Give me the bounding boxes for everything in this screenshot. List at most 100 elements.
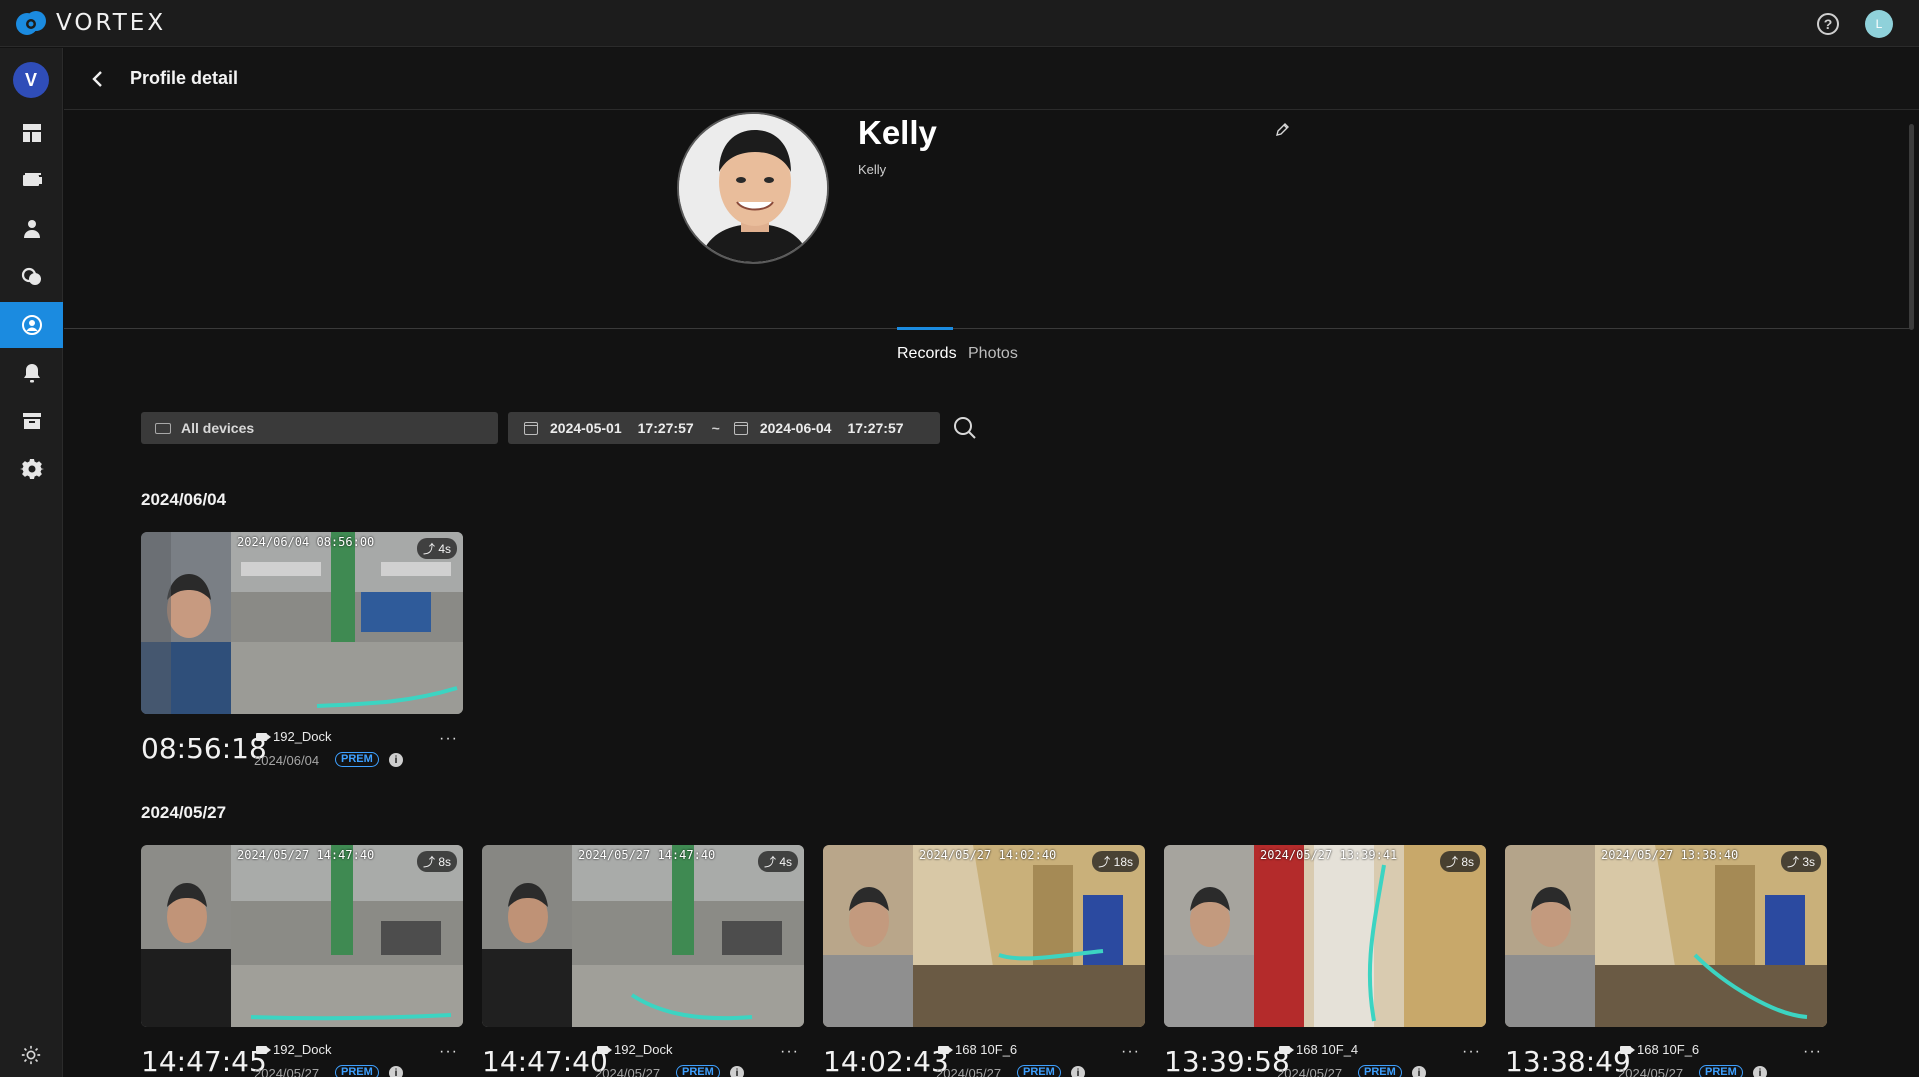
device-filter-select[interactable]: All devices bbox=[141, 412, 498, 444]
record-card[interactable]: 2024/05/27 14:47:40 ⤴ 4s 14:47:40 192_Do… bbox=[482, 845, 804, 1077]
video-camera-icon bbox=[1279, 1046, 1294, 1054]
more-options-icon[interactable]: ··· bbox=[1803, 1043, 1822, 1061]
end-time[interactable]: 17:27:57 bbox=[847, 420, 903, 436]
sidebar-item-settings[interactable] bbox=[0, 446, 63, 492]
info-icon[interactable]: i bbox=[1753, 1066, 1767, 1077]
record-date: 2024/05/27 bbox=[254, 1066, 320, 1077]
thumbnail-timestamp: 2024/05/27 14:47:40 bbox=[578, 848, 716, 862]
more-options-icon[interactable]: ··· bbox=[1121, 1043, 1140, 1061]
sidebar-item-archive[interactable] bbox=[0, 398, 63, 444]
bell-icon bbox=[23, 364, 40, 383]
record-camera: 168 10F_4 bbox=[1279, 1042, 1358, 1057]
duration-badge: ⤴ 8s bbox=[1439, 851, 1480, 872]
start-time[interactable]: 17:27:57 bbox=[638, 420, 694, 436]
record-card[interactable]: 2024/05/27 14:02:40 ⤴ 18s 14:02:43 168 1… bbox=[823, 845, 1145, 1077]
active-tab-indicator bbox=[897, 327, 953, 330]
info-icon[interactable]: i bbox=[1412, 1066, 1426, 1077]
record-time: 14:47:40 bbox=[482, 1045, 608, 1077]
sidebar-item-dashboard[interactable] bbox=[0, 110, 63, 156]
record-card[interactable]: 2024/06/04 08:56:00 ⤴ 4s 08:56:18 192_Do… bbox=[141, 532, 463, 770]
page-header: Profile detail bbox=[64, 48, 1919, 110]
record-camera: 192_Dock bbox=[256, 729, 332, 744]
record-date: 2024/05/27 bbox=[936, 1066, 1002, 1077]
thumbnail-timestamp: 2024/06/04 08:56:00 bbox=[237, 535, 375, 549]
vortex-logo-icon bbox=[16, 11, 46, 35]
record-time: 13:38:49 bbox=[1505, 1045, 1631, 1077]
camera-icon bbox=[155, 422, 171, 434]
more-options-icon[interactable]: ··· bbox=[780, 1043, 799, 1061]
record-card[interactable]: 2024/05/27 14:47:40 ⤴ 8s 14:47:45 192_Do… bbox=[141, 845, 463, 1077]
prem-badge: PREM bbox=[335, 752, 379, 767]
duration-badge: ⤴ 4s bbox=[757, 851, 798, 872]
record-card[interactable]: 2024/05/27 13:39:41 ⤴ 8s 13:39:58 168 10… bbox=[1164, 845, 1486, 1077]
dashboard-icon bbox=[22, 124, 41, 142]
info-icon[interactable]: i bbox=[730, 1066, 744, 1077]
start-date[interactable]: 2024-05-01 bbox=[550, 420, 622, 436]
video-camera-icon bbox=[938, 1046, 953, 1054]
record-camera: 168 10F_6 bbox=[938, 1042, 1017, 1057]
record-thumbnail[interactable]: 2024/05/27 14:02:40 ⤴ 18s bbox=[823, 845, 1145, 1027]
video-camera-icon bbox=[597, 1046, 612, 1054]
range-separator: ~ bbox=[711, 420, 720, 436]
record-thumbnail[interactable]: 2024/05/27 13:39:41 ⤴ 8s bbox=[1164, 845, 1486, 1027]
profile-name: Kelly bbox=[858, 114, 937, 151]
org-avatar[interactable]: V bbox=[13, 62, 49, 98]
sidebar-item-people[interactable] bbox=[0, 206, 63, 252]
record-camera: 168 10F_6 bbox=[1620, 1042, 1699, 1057]
search-icon[interactable] bbox=[952, 415, 978, 441]
page-title: Profile detail bbox=[130, 68, 239, 88]
record-camera: 192_Dock bbox=[597, 1042, 673, 1057]
record-date: 2024/05/27 bbox=[595, 1066, 661, 1077]
app-logo[interactable]: VORTEX bbox=[14, 9, 166, 37]
app-name: VORTEX bbox=[56, 10, 167, 36]
record-time: 08:56:18 bbox=[141, 732, 267, 765]
sidebar-item-alerts[interactable] bbox=[0, 350, 63, 396]
info-icon[interactable]: i bbox=[1071, 1066, 1085, 1077]
user-avatar[interactable]: L bbox=[1865, 9, 1893, 38]
record-time: 14:47:45 bbox=[141, 1045, 267, 1077]
help-icon[interactable]: ? bbox=[1817, 12, 1839, 35]
duration-badge: ⤴ 4s bbox=[416, 538, 457, 559]
sidebar-item-face-search[interactable] bbox=[0, 254, 63, 300]
date-range-picker[interactable]: 2024-05-01 17:27:57 ~ 2024-06-04 17:27:5… bbox=[508, 412, 940, 444]
device-filter-value: All devices bbox=[181, 420, 255, 436]
sidebar-item-profiles[interactable] bbox=[0, 302, 63, 348]
record-thumbnail[interactable]: 2024/05/27 14:47:40 ⤴ 4s bbox=[482, 845, 804, 1027]
thumbnail-timestamp: 2024/05/27 13:38:40 bbox=[1601, 848, 1739, 862]
prem-badge: PREM bbox=[1699, 1065, 1743, 1077]
more-options-icon[interactable]: ··· bbox=[1462, 1043, 1481, 1061]
record-date: 2024/06/04 bbox=[254, 753, 320, 768]
end-date[interactable]: 2024-06-04 bbox=[760, 420, 832, 436]
sidebar-item-devices[interactable] bbox=[0, 158, 63, 204]
tab-records[interactable]: Records bbox=[897, 345, 957, 363]
edit-pencil-icon[interactable] bbox=[1274, 122, 1290, 138]
record-thumbnail[interactable]: 2024/06/04 08:56:00 ⤴ 4s bbox=[141, 532, 463, 714]
profile-photo bbox=[677, 112, 829, 264]
record-card[interactable]: 2024/05/27 13:38:40 ⤴ 3s 13:38:49 168 10… bbox=[1505, 845, 1827, 1077]
archive-icon bbox=[22, 413, 41, 429]
record-thumbnail[interactable]: 2024/05/27 13:38:40 ⤴ 3s bbox=[1505, 845, 1827, 1027]
prem-badge: PREM bbox=[1358, 1065, 1402, 1077]
duration-badge: ⤴ 3s bbox=[1780, 851, 1821, 872]
devices-icon bbox=[22, 173, 42, 186]
tab-photos[interactable]: Photos bbox=[968, 345, 1018, 363]
profile-subtitle: Kelly bbox=[858, 162, 887, 177]
info-icon[interactable]: i bbox=[389, 1066, 403, 1077]
prem-badge: PREM bbox=[1017, 1065, 1061, 1077]
calendar-icon bbox=[524, 421, 538, 435]
sun-icon[interactable] bbox=[20, 1044, 42, 1066]
record-camera: 192_Dock bbox=[256, 1042, 332, 1057]
prem-badge: PREM bbox=[676, 1065, 720, 1077]
back-arrow-icon[interactable] bbox=[88, 69, 108, 89]
thumbnail-timestamp: 2024/05/27 14:02:40 bbox=[919, 848, 1057, 862]
duration-badge: ⤴ 8s bbox=[416, 851, 457, 872]
duration-badge: ⤴ 18s bbox=[1092, 851, 1139, 872]
prem-badge: PREM bbox=[335, 1065, 379, 1077]
info-icon[interactable]: i bbox=[389, 753, 403, 767]
scrollbar[interactable] bbox=[1909, 124, 1914, 330]
more-options-icon[interactable]: ··· bbox=[439, 1043, 458, 1061]
more-options-icon[interactable]: ··· bbox=[439, 730, 458, 748]
record-thumbnail[interactable]: 2024/05/27 14:47:40 ⤴ 8s bbox=[141, 845, 463, 1027]
record-time: 13:39:58 bbox=[1164, 1045, 1290, 1077]
thumbnail-timestamp: 2024/05/27 13:39:41 bbox=[1260, 848, 1398, 862]
